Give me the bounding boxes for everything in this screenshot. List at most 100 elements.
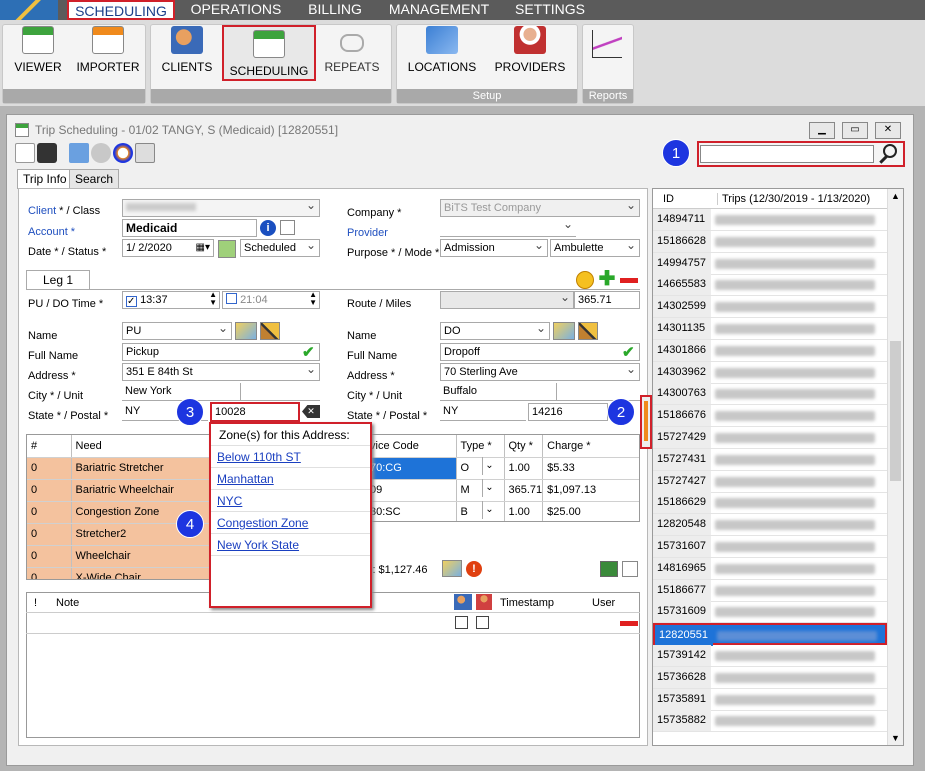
scroll-thumb[interactable] — [890, 341, 901, 481]
pu-fullname-field[interactable]: Pickup — [122, 343, 320, 361]
trip-row[interactable]: 14894711 — [653, 209, 887, 231]
panel-splitter[interactable] — [640, 395, 652, 449]
type-dropdown-icon[interactable]: ⌄ — [482, 457, 496, 475]
export-icon[interactable] — [600, 561, 618, 577]
scroll-down-icon[interactable]: ▼ — [891, 733, 900, 743]
document-icon[interactable] — [69, 143, 89, 163]
warning-icon[interactable]: ! — [466, 561, 482, 577]
zone-link[interactable]: Below 110th ST — [211, 446, 370, 468]
trip-row[interactable]: 15186628 — [653, 230, 887, 253]
do-state-field[interactable]: NY — [440, 403, 526, 421]
service-row[interactable]: 70:CG O 1.00 $5.33 — [366, 457, 639, 480]
pu-map-icon[interactable] — [235, 322, 257, 340]
pu-postal-field[interactable]: 10028 — [210, 402, 300, 422]
providers-button[interactable]: PROVIDERS — [490, 26, 570, 84]
do-address-select[interactable]: 70 Sterling Ave — [440, 363, 640, 381]
need-row[interactable]: 0 Bariatric Stretcher — [27, 457, 211, 480]
pu-edit-icon[interactable] — [260, 322, 280, 340]
maximize-button[interactable]: ▭ — [842, 122, 868, 139]
pu-address-select[interactable]: 351 E 84th St — [122, 363, 320, 381]
client-select[interactable] — [122, 199, 320, 217]
scheduling-button[interactable]: SCHEDULING — [222, 25, 316, 81]
do-map-icon[interactable] — [553, 322, 575, 340]
menu-management[interactable]: MANAGEMENT — [384, 0, 494, 20]
account-checkbox[interactable] — [280, 220, 295, 235]
account-field[interactable]: Medicaid — [122, 219, 257, 237]
do-unit-field[interactable] — [556, 383, 640, 401]
save-icon[interactable] — [37, 143, 57, 163]
window-icon[interactable] — [135, 143, 155, 163]
trip-row[interactable]: 15731609 — [653, 601, 887, 624]
zone-link[interactable]: New York State — [211, 534, 370, 556]
menu-billing[interactable]: BILLING — [300, 0, 370, 20]
route-select[interactable] — [440, 291, 574, 309]
type-dropdown-icon[interactable]: ⌄ — [482, 479, 496, 497]
pu-unit-field[interactable] — [240, 383, 320, 401]
trip-row[interactable]: 14301135 — [653, 318, 887, 340]
add-leg-icon[interactable]: ✚ — [598, 269, 616, 289]
tab-trip-info[interactable]: Trip Info — [17, 169, 73, 189]
trip-row[interactable]: 12820551 — [653, 623, 887, 647]
attach-icon[interactable] — [91, 143, 111, 163]
trip-row[interactable]: 15186677 — [653, 579, 887, 602]
mode-select[interactable]: Ambulette — [550, 239, 640, 257]
clients-button[interactable]: CLIENTS — [156, 26, 218, 84]
remove-leg-icon[interactable] — [620, 278, 638, 283]
trip-row[interactable]: 15735891 — [653, 688, 887, 711]
locations-button[interactable]: LOCATIONS — [404, 26, 480, 84]
status-icon[interactable] — [218, 240, 236, 258]
chart-icon[interactable] — [592, 30, 622, 58]
importer-button[interactable]: IMPORTER — [72, 26, 144, 84]
do-fullname-field[interactable]: Dropoff — [440, 343, 640, 361]
do-city-field[interactable]: Buffalo — [440, 383, 556, 401]
service-row[interactable]: 09 M 365.71 $1,097.13 — [366, 479, 639, 502]
menu-operations[interactable]: OPERATIONS — [186, 0, 286, 20]
trip-row[interactable]: 14301866 — [653, 339, 887, 362]
trip-row[interactable]: 15186629 — [653, 492, 887, 515]
notes-client-checkbox[interactable] — [476, 616, 489, 629]
trip-row[interactable]: 15186676 — [653, 405, 887, 428]
pu-time-spin-icon[interactable]: ▲ ▼ — [209, 292, 217, 307]
zone-link[interactable]: NYC — [211, 490, 370, 512]
clock-icon[interactable] — [113, 143, 133, 163]
date-field[interactable]: 1/ 2/2020 ▦▾ — [122, 239, 214, 257]
close-button[interactable]: ✕ — [875, 122, 901, 139]
miles-field[interactable]: 365.71 — [574, 291, 640, 309]
trip-row[interactable]: 14994757 — [653, 252, 887, 275]
trip-row[interactable]: 15735882 — [653, 710, 887, 733]
zone-link[interactable]: Congestion Zone — [211, 512, 370, 534]
scroll-up-icon[interactable]: ▲ — [891, 191, 900, 201]
repeats-button[interactable]: REPEATS — [320, 26, 384, 84]
menu-scheduling[interactable]: SCHEDULING — [67, 0, 175, 20]
do-time-field[interactable]: 21:04 ▲ ▼ — [222, 291, 320, 309]
do-time-spin-icon[interactable]: ▲ ▼ — [309, 292, 317, 307]
viewer-button[interactable]: VIEWER — [8, 26, 68, 84]
trip-row[interactable]: 14300763 — [653, 383, 887, 406]
type-dropdown-icon[interactable]: ⌄ — [482, 501, 496, 519]
trip-row[interactable]: 15731607 — [653, 536, 887, 558]
remove-note-icon[interactable] — [620, 621, 638, 626]
pu-time-checkbox[interactable]: ✓ — [126, 296, 137, 307]
pu-city-field[interactable]: New York — [122, 383, 240, 401]
tab-search[interactable]: Search — [69, 169, 120, 188]
search-icon[interactable] — [878, 143, 900, 165]
pu-name-select[interactable]: PU — [122, 322, 232, 340]
status-select[interactable]: Scheduled — [240, 239, 320, 257]
trip-row[interactable]: 15736628 — [653, 666, 887, 689]
services-checkbox[interactable] — [622, 561, 638, 577]
notes-driver-checkbox[interactable] — [455, 616, 468, 629]
need-row[interactable]: 0 Bariatric Wheelchair — [27, 479, 211, 502]
trip-row[interactable]: 14665583 — [653, 274, 887, 297]
search-input[interactable] — [700, 145, 874, 163]
do-name-select[interactable]: DO — [440, 322, 550, 340]
map-pricing-icon[interactable] — [442, 560, 462, 577]
purpose-select[interactable]: Admission — [440, 239, 548, 257]
do-postal-field[interactable]: 14216 — [528, 403, 608, 421]
tab-leg-1[interactable]: Leg 1 — [26, 270, 90, 290]
smiley-icon[interactable] — [576, 271, 594, 289]
do-time-checkbox[interactable] — [226, 293, 237, 304]
minimize-button[interactable]: ▁ — [809, 122, 835, 139]
need-row[interactable]: 0 X-Wide Chair — [27, 567, 211, 579]
new-icon[interactable] — [15, 143, 35, 163]
trip-row[interactable]: 14302599 — [653, 296, 887, 319]
